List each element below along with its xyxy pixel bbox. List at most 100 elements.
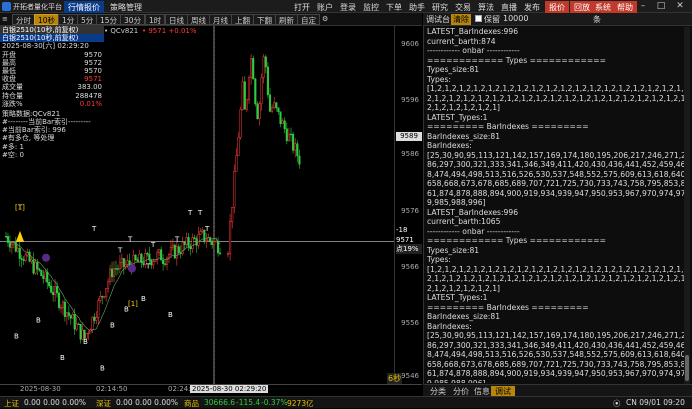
menu-research[interactable]: 研究 <box>428 1 452 13</box>
price-tag: 9589 <box>396 132 422 141</box>
log-line: [25,30,90,95,113,121,142,157,169,174,180… <box>427 150 688 208</box>
period-week[interactable]: 周线 <box>187 14 210 25</box>
menu-account[interactable]: 账户 <box>313 1 337 13</box>
info-change-value: 0.01% <box>79 99 102 108</box>
candle-body <box>160 249 163 261</box>
close-icon[interactable]: ✕ <box>673 1 687 12</box>
menu-assistant[interactable]: 助手 <box>405 1 429 13</box>
tab-quotes[interactable]: 行情报价 <box>64 1 104 13</box>
annotation-label: [1] <box>128 300 138 308</box>
tab-strategy[interactable]: 策略管理 <box>106 1 146 13</box>
tool-icon[interactable]: ⚙ <box>322 15 328 23</box>
candle-body <box>199 231 202 235</box>
clear-button[interactable]: 清除 <box>451 14 471 25</box>
log-line: current_barth:874 <box>427 36 496 46</box>
candle-body <box>175 246 178 259</box>
candle-body <box>285 128 288 142</box>
period-30m[interactable]: 30分 <box>120 14 146 25</box>
period-1m[interactable]: 1分 <box>58 14 79 25</box>
candle-body <box>65 312 68 318</box>
candle-body <box>260 77 263 104</box>
candle-body <box>109 268 112 282</box>
info-low-label: 最低 <box>2 66 16 75</box>
candle-body <box>136 259 139 262</box>
candle-body <box>63 301 66 318</box>
period-10s[interactable]: 10秒 <box>34 14 60 25</box>
candle-body <box>215 240 218 243</box>
signal-label: T <box>127 236 133 244</box>
candle-body <box>294 143 297 151</box>
candle-body <box>193 237 196 240</box>
candle-body <box>36 262 39 270</box>
scroll-thumb[interactable] <box>685 355 689 381</box>
marker-dot <box>42 253 50 262</box>
candle-body <box>169 246 172 255</box>
log-line: current_barth:1065 <box>427 217 501 226</box>
prod-label: 商品 <box>184 399 199 408</box>
candle-body <box>54 286 57 296</box>
candle-body <box>8 242 11 248</box>
period-1h[interactable]: 1时 <box>145 14 166 25</box>
candle-body <box>101 295 104 298</box>
menu-monitor[interactable]: 监控 <box>359 1 383 13</box>
menu-algo[interactable]: 算法 <box>474 1 498 13</box>
menu-help[interactable]: 帮助 <box>613 1 637 13</box>
log-line: LATEST_Types:1 <box>427 112 488 122</box>
debug-log: LATEST_BarIndexes:996 current_barth:874 --… <box>427 27 689 383</box>
candle-body <box>296 143 299 157</box>
candle-body <box>59 307 63 309</box>
menu-order[interactable]: 下单 <box>382 1 406 13</box>
keep-checkbox[interactable] <box>475 15 482 22</box>
log-line: LATEST_Types:1 <box>427 293 488 302</box>
menu-live[interactable]: 直播 <box>497 1 521 13</box>
custom-button[interactable]: 自定 <box>297 14 320 25</box>
log-line: ========= BarIndexes ========= <box>427 122 589 131</box>
candle-body <box>233 171 236 208</box>
candle-body <box>48 282 51 287</box>
signal-label: B <box>60 354 65 362</box>
period-day[interactable]: 日线 <box>165 14 188 25</box>
cross-tag-pct: 点19% <box>396 244 422 254</box>
y-tick: 9576 <box>401 207 419 215</box>
refresh-button[interactable]: 刷新 <box>275 14 298 25</box>
annotation-label: [1] <box>15 203 25 211</box>
candle-body <box>18 247 21 259</box>
candle-body <box>10 243 13 248</box>
info-long: #多: 1 <box>2 142 24 151</box>
clock-text: CN 09/01 09:20 <box>626 398 685 407</box>
sh-values: 0.00 0.00 0.00% <box>24 398 86 407</box>
debug-scrollbar[interactable] <box>684 27 690 384</box>
period-5m[interactable]: 5分 <box>77 14 98 25</box>
menu-quote[interactable]: 报价 <box>545 1 569 13</box>
menu-trade[interactable]: 交易 <box>451 1 475 13</box>
menu-login[interactable]: 登录 <box>336 1 360 13</box>
candle-body <box>262 56 265 78</box>
page-up-button[interactable]: 上翻 <box>231 14 254 25</box>
candle-body <box>264 56 267 68</box>
candle-body <box>162 259 165 265</box>
prod-pct: -0.37% <box>261 398 288 407</box>
candle-body <box>34 262 37 274</box>
maximize-icon[interactable]: □ <box>654 1 668 12</box>
log-line: LATEST_BarIndexes:996 <box>427 27 519 36</box>
info-volume-label: 成交量 <box>2 83 23 92</box>
menu-system[interactable]: 系统 <box>591 1 615 13</box>
page-down-button[interactable]: 下翻 <box>253 14 276 25</box>
candle-body <box>235 155 238 172</box>
menu-open[interactable]: 打开 <box>290 1 314 13</box>
candle-body <box>112 268 116 278</box>
candle-body <box>110 268 114 278</box>
keep-count-input[interactable]: 10000 <box>503 14 587 23</box>
period-month[interactable]: 月线 <box>209 14 232 25</box>
minimize-icon[interactable]: – <box>636 1 650 12</box>
period-menu-icon[interactable]: ≡ <box>2 15 8 23</box>
candle-body <box>292 133 295 151</box>
y-tick: 9586 <box>401 150 419 158</box>
period-timeshare[interactable]: 分时 <box>12 14 35 25</box>
candle-body <box>126 260 129 265</box>
candle-body <box>38 268 41 271</box>
candle-body <box>107 281 110 289</box>
log-line: ========= BarIndexes ========= <box>427 302 589 312</box>
period-15m[interactable]: 15分 <box>96 14 122 25</box>
menu-publish[interactable]: 发布 <box>520 1 544 13</box>
